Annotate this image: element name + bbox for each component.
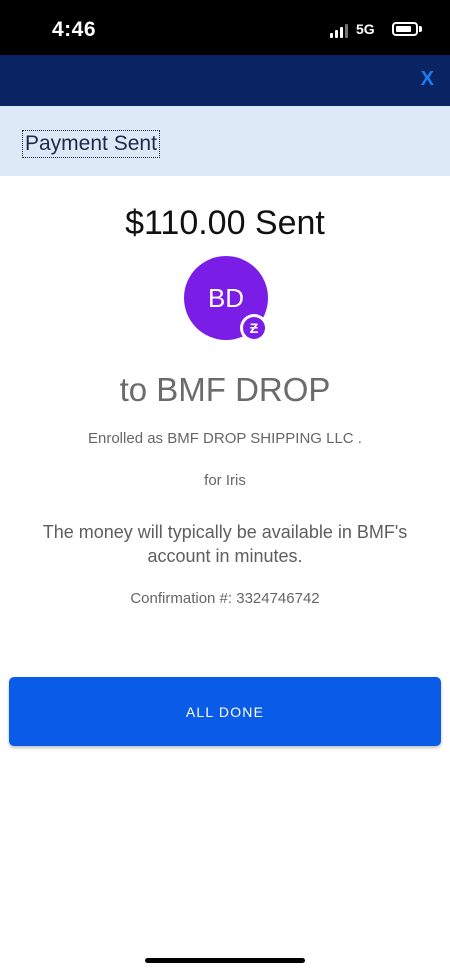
all-done-button[interactable]: ALL DONE xyxy=(9,677,441,746)
availability-note: The money will typically be available in… xyxy=(42,522,408,566)
confirmation-number: Confirmation #: 3324746742 xyxy=(130,590,320,607)
close-button[interactable]: X xyxy=(421,68,434,91)
avatar-initials: BD xyxy=(207,282,245,313)
header-bar: X xyxy=(0,55,450,106)
home-indicator[interactable] xyxy=(145,958,305,963)
signal-icon xyxy=(330,24,350,38)
network-label: 5G xyxy=(356,21,375,37)
zelle-badge-glyph: Ƶ xyxy=(243,317,265,339)
memo-text: for Iris xyxy=(204,472,246,489)
enrolled-as: Enrolled as BMF DROP SHIPPING LLC . xyxy=(88,430,362,447)
amount-sent: $110.00 Sent xyxy=(125,204,325,242)
recipient-name: to BMF DROP xyxy=(119,371,331,408)
status-time: 4:46 xyxy=(52,18,97,41)
title-band: Payment Sent xyxy=(0,106,450,176)
zelle-icon: Ƶ xyxy=(240,314,268,342)
battery-icon xyxy=(392,22,418,36)
status-bar: 4:46 5G xyxy=(0,0,450,55)
page-title: Payment Sent xyxy=(22,130,160,158)
all-done-label: ALL DONE xyxy=(185,703,265,720)
battery-tip xyxy=(419,26,422,32)
